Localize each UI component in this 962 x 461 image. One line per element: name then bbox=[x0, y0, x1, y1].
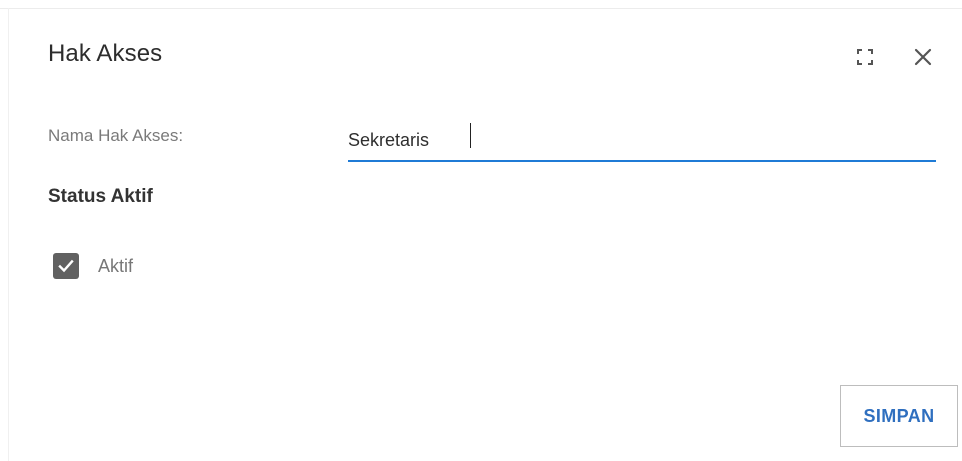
dialog-top-border bbox=[0, 8, 962, 9]
name-input[interactable] bbox=[348, 120, 936, 162]
fullscreen-button[interactable] bbox=[848, 40, 882, 74]
active-checkbox[interactable]: Aktif bbox=[53, 253, 133, 279]
status-section-title: Status Aktif bbox=[48, 186, 153, 207]
checkbox-checked-icon[interactable] bbox=[53, 253, 79, 279]
dialog-title: Hak Akses bbox=[48, 40, 163, 67]
save-button[interactable]: SIMPAN bbox=[840, 385, 958, 447]
close-icon bbox=[914, 48, 932, 66]
close-button[interactable] bbox=[906, 40, 940, 74]
active-checkbox-label: Aktif bbox=[98, 255, 134, 276]
checkmark-icon bbox=[58, 259, 74, 273]
text-cursor bbox=[470, 123, 471, 148]
fullscreen-icon bbox=[857, 49, 873, 65]
dialog: Hak Akses Nama Hak Akses: Status Aktif A… bbox=[0, 0, 962, 461]
dialog-left-border bbox=[8, 8, 9, 461]
name-field-label: Nama Hak Akses: bbox=[48, 126, 184, 145]
